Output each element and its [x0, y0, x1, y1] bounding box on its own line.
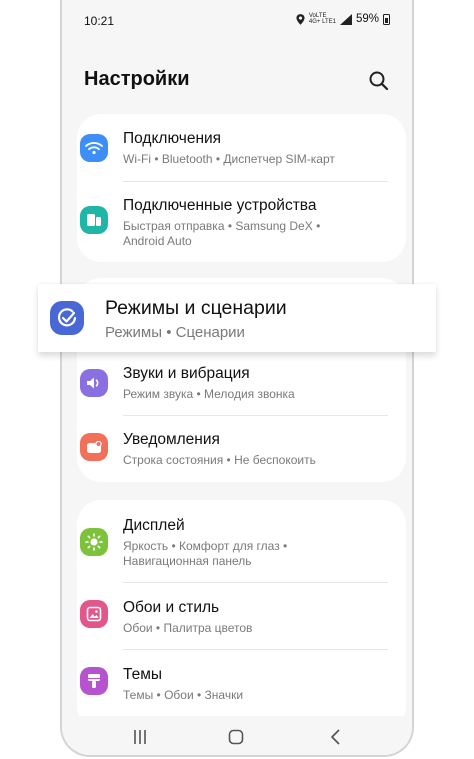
page-title: Настройки: [84, 68, 190, 90]
item-subtitle: Яркость • Комфорт для глаз •: [123, 539, 288, 553]
wallpaper-icon: [80, 600, 108, 628]
settings-item-modes-routines[interactable]: Режимы и сценарии Режимы • Сценарии: [38, 284, 436, 352]
location-icon: [296, 13, 305, 25]
settings-item-notifications[interactable]: Уведомления Строка состояния • Не беспок…: [77, 416, 406, 482]
devices-icon: [80, 206, 108, 234]
settings-item-sounds[interactable]: Звуки и вибрация Режим звука • Мелодия з…: [77, 352, 406, 414]
item-title: Звуки и вибрация: [123, 365, 250, 382]
speaker-icon: [80, 369, 108, 397]
search-icon[interactable]: [368, 70, 390, 92]
brush-icon: [80, 667, 108, 695]
signal-icon: [339, 13, 352, 25]
item-title: Уведомления: [123, 431, 220, 448]
home-icon[interactable]: [224, 729, 248, 745]
settings-item-connected-devices[interactable]: Подключенные устройства Быстрая отправка…: [77, 182, 406, 262]
brightness-icon: [80, 528, 108, 556]
item-subtitle-line2: Android Auto: [123, 234, 192, 248]
item-subtitle: Wi-Fi • Bluetooth • Диспетчер SIM-карт: [123, 152, 335, 166]
settings-card-connections: Подключения Wi-Fi • Bluetooth • Диспетче…: [77, 114, 406, 262]
item-title: Темы: [123, 666, 163, 683]
item-title: Подключенные устройства: [123, 197, 317, 214]
item-title: Обои и стиль: [123, 599, 220, 616]
recent-apps-icon[interactable]: [128, 729, 152, 745]
battery-icon: [383, 13, 390, 25]
settings-item-display[interactable]: Дисплей Яркость • Комфорт для глаз • Нав…: [77, 500, 406, 582]
item-subtitle: Быстрая отправка • Samsung DeX •: [123, 219, 321, 233]
back-icon[interactable]: [324, 729, 348, 745]
modes-check-icon: [50, 301, 84, 335]
status-icons: VoLTE 4G+ LTE1 59%: [296, 13, 390, 25]
item-subtitle: Строка состояния • Не беспокоить: [123, 453, 316, 467]
settings-item-wallpaper[interactable]: Обои и стиль Обои • Палитра цветов: [77, 583, 406, 649]
battery-percent: 59%: [355, 13, 379, 25]
item-subtitle: Обои • Палитра цветов: [123, 621, 253, 635]
status-bar: 10:21 VoLTE 4G+ LTE1 59%: [62, 12, 412, 30]
item-subtitle-line2: Навигационная панель: [123, 554, 252, 568]
item-title: Подключения: [123, 130, 222, 147]
navigation-bar: [62, 716, 412, 755]
item-subtitle: Темы • Обои • Значки: [123, 688, 244, 702]
settings-item-connections[interactable]: Подключения Wi-Fi • Bluetooth • Диспетче…: [77, 114, 406, 180]
item-subtitle: Режимы • Сценарии: [105, 324, 245, 341]
item-title: Дисплей: [123, 517, 185, 534]
notification-icon: [80, 433, 108, 461]
settings-item-themes[interactable]: Темы Темы • Обои • Значки: [77, 650, 406, 716]
item-subtitle: Режим звука • Мелодия звонка: [123, 387, 295, 401]
volte-indicator: VoLTE 4G+ LTE1: [308, 13, 336, 25]
phone-screen: 10:21 VoLTE 4G+ LTE1 59% Настройки Подклю…: [60, 0, 414, 757]
item-title: Режимы и сценарии: [105, 297, 287, 319]
status-time: 10:21: [84, 14, 115, 28]
settings-card-display: Дисплей Яркость • Комфорт для глаз • Нав…: [77, 500, 406, 730]
wifi-icon: [80, 134, 108, 162]
